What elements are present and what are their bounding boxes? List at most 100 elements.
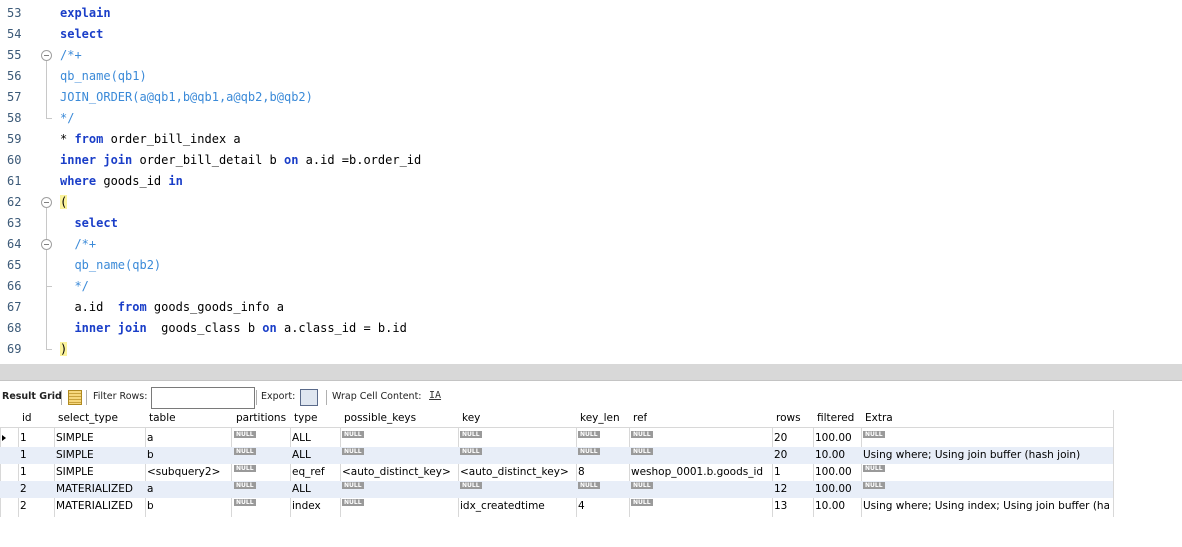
table-cell-null[interactable]: NULL bbox=[234, 447, 256, 464]
code-text[interactable]: /*+ bbox=[60, 234, 96, 255]
column-header-filtered[interactable]: filtered bbox=[817, 410, 854, 427]
table-cell[interactable]: 100.00 bbox=[815, 464, 852, 481]
table-cell[interactable]: MATERIALIZED bbox=[56, 498, 133, 515]
table-cell-null[interactable]: NULL bbox=[631, 447, 653, 464]
table-cell[interactable]: b bbox=[147, 447, 154, 464]
code-text[interactable]: * from order_bill_index a bbox=[60, 129, 241, 150]
table-cell[interactable]: a bbox=[147, 430, 153, 447]
code-line[interactable]: 56 qb_name(qb1) bbox=[0, 66, 1182, 87]
code-text[interactable]: qb_name(qb1) bbox=[60, 66, 147, 87]
code-text[interactable]: ) bbox=[60, 339, 68, 360]
table-cell-null[interactable]: NULL bbox=[460, 481, 482, 498]
panel-splitter[interactable] bbox=[0, 364, 1182, 381]
code-text[interactable]: */ bbox=[60, 108, 74, 129]
column-header-possible-keys[interactable]: possible_keys bbox=[344, 410, 416, 427]
code-line[interactable]: 64 /*+ bbox=[0, 234, 1182, 255]
code-text[interactable]: */ bbox=[60, 276, 88, 297]
table-cell[interactable]: 10.00 bbox=[815, 447, 845, 464]
grid-icon[interactable] bbox=[68, 390, 82, 405]
code-line[interactable]: 61 where goods_id in bbox=[0, 171, 1182, 192]
code-text[interactable]: explain bbox=[60, 3, 111, 24]
table-cell[interactable]: <subquery2> bbox=[147, 464, 220, 481]
table-cell-null[interactable]: NULL bbox=[460, 430, 482, 447]
table-cell[interactable]: 20 bbox=[774, 430, 787, 447]
table-cell-null[interactable]: NULL bbox=[578, 430, 600, 447]
code-line[interactable]: 57 JOIN_ORDER(a@qb1,b@qb1,a@qb2,b@qb2) bbox=[0, 87, 1182, 108]
table-cell-null[interactable]: NULL bbox=[460, 447, 482, 464]
table-cell[interactable]: 10.00 bbox=[815, 498, 845, 515]
table-row[interactable]: 1 SIMPLE b NULL ALL NULL NULL NULL NULL 20 10.00 Us… bbox=[0, 447, 1113, 464]
code-line[interactable]: 59 * from order_bill_index a bbox=[0, 129, 1182, 150]
table-cell[interactable]: 2 bbox=[20, 498, 27, 515]
code-text[interactable]: qb_name(qb2) bbox=[60, 255, 161, 276]
code-line[interactable]: 62 ( bbox=[0, 192, 1182, 213]
table-cell[interactable]: a bbox=[147, 481, 153, 498]
table-cell[interactable]: MATERIALIZED bbox=[56, 481, 133, 498]
column-header-type[interactable]: type bbox=[294, 410, 317, 427]
table-cell[interactable]: SIMPLE bbox=[56, 464, 94, 481]
code-line[interactable]: 65 qb_name(qb2) bbox=[0, 255, 1182, 276]
table-row[interactable]: 2 MATERIALIZED a NULL ALL NULL NULL NULL NULL 12 1… bbox=[0, 481, 1113, 498]
column-header-extra[interactable]: Extra bbox=[865, 410, 893, 427]
table-cell-null[interactable]: NULL bbox=[631, 498, 653, 515]
code-text[interactable]: a.id from goods_goods_info a bbox=[60, 297, 284, 318]
table-cell-null[interactable]: NULL bbox=[631, 430, 653, 447]
table-cell[interactable]: SIMPLE bbox=[56, 447, 94, 464]
table-cell[interactable]: ALL bbox=[292, 430, 311, 447]
code-text[interactable]: ( bbox=[60, 192, 68, 213]
table-cell[interactable]: 8 bbox=[578, 464, 585, 481]
table-cell[interactable]: 100.00 bbox=[815, 430, 852, 447]
wrap-text-icon[interactable]: IA bbox=[429, 390, 441, 401]
code-line[interactable]: 69) bbox=[0, 339, 1182, 360]
code-line[interactable]: 54 select bbox=[0, 24, 1182, 45]
fold-toggle-icon[interactable] bbox=[41, 239, 52, 250]
table-cell-null[interactable]: NULL bbox=[342, 481, 364, 498]
table-cell[interactable]: ALL bbox=[292, 481, 311, 498]
table-cell-null[interactable]: NULL bbox=[578, 447, 600, 464]
table-cell[interactable]: <auto_distinct_key> bbox=[460, 464, 569, 481]
column-header-select-type[interactable]: select_type bbox=[58, 410, 118, 427]
table-cell-null[interactable]: NULL bbox=[234, 498, 256, 515]
table-cell[interactable]: <auto_distinct_key> bbox=[342, 464, 451, 481]
result-grid-tab[interactable]: Result Grid bbox=[2, 386, 62, 408]
column-header-partitions[interactable]: partitions bbox=[236, 410, 286, 427]
table-cell-null[interactable]: NULL bbox=[863, 430, 885, 447]
fold-toggle-icon[interactable] bbox=[41, 50, 52, 61]
code-line[interactable]: 67 a.id from goods_goods_info a bbox=[0, 297, 1182, 318]
sql-editor[interactable]: 53 explain 54 select 55 /*+ 56 qb_name(qb1) 57 JO… bbox=[0, 0, 1182, 364]
code-text[interactable]: /*+ bbox=[60, 45, 82, 66]
table-cell[interactable]: 1 bbox=[774, 464, 781, 481]
table-cell-null[interactable]: NULL bbox=[342, 447, 364, 464]
code-line[interactable]: 60 inner join order_bill_detail b on a.id… bbox=[0, 150, 1182, 171]
code-text[interactable]: inner join goods_class b on a.class_id =… bbox=[60, 318, 406, 339]
table-cell[interactable]: 13 bbox=[774, 498, 787, 515]
code-line[interactable]: 63 select bbox=[0, 213, 1182, 234]
column-header-ref[interactable]: ref bbox=[633, 410, 647, 427]
code-line[interactable]: 55 /*+ bbox=[0, 45, 1182, 66]
table-cell[interactable]: 20 bbox=[774, 447, 787, 464]
table-cell-null[interactable]: NULL bbox=[631, 481, 653, 498]
table-cell[interactable]: 100.00 bbox=[815, 481, 852, 498]
code-text[interactable]: where goods_id in bbox=[60, 171, 183, 192]
table-cell[interactable]: Using where; Using join buffer (hash joi… bbox=[863, 447, 1080, 464]
code-text[interactable]: inner join order_bill_detail b on a.id =… bbox=[60, 150, 421, 171]
fold-toggle-icon[interactable] bbox=[41, 197, 52, 208]
table-cell[interactable]: SIMPLE bbox=[56, 430, 94, 447]
column-header-id[interactable]: id bbox=[22, 410, 32, 427]
column-header-key-len[interactable]: key_len bbox=[580, 410, 620, 427]
table-row[interactable]: 1 SIMPLE a NULL ALL NULL NULL NULL NULL 20 100.00 N… bbox=[0, 430, 1113, 447]
export-icon[interactable] bbox=[300, 389, 318, 406]
table-row[interactable]: 1 SIMPLE <subquery2> NULL eq_ref <auto_distin… bbox=[0, 464, 1113, 481]
column-header-key[interactable]: key bbox=[462, 410, 480, 427]
filter-rows-input[interactable] bbox=[151, 387, 255, 409]
table-cell[interactable]: 1 bbox=[20, 447, 27, 464]
table-cell[interactable]: ALL bbox=[292, 447, 311, 464]
table-row[interactable]: 2 MATERIALIZED b NULL index NULL idx_createdti… bbox=[0, 498, 1113, 515]
column-header-rows[interactable]: rows bbox=[776, 410, 801, 427]
table-cell-null[interactable]: NULL bbox=[863, 464, 885, 481]
table-cell-null[interactable]: NULL bbox=[234, 481, 256, 498]
table-cell[interactable]: idx_createdtime bbox=[460, 498, 545, 515]
table-cell[interactable]: index bbox=[292, 498, 321, 515]
table-cell-null[interactable]: NULL bbox=[578, 481, 600, 498]
table-cell[interactable]: Using where; Using index; Using join buf… bbox=[863, 498, 1109, 515]
